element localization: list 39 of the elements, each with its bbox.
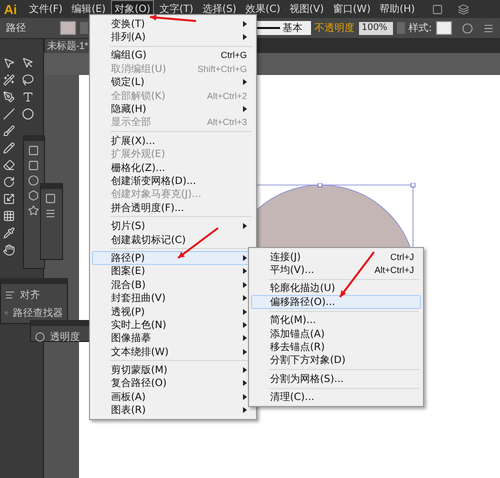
style-label: 样式:: [408, 22, 432, 35]
opacity-field[interactable]: 100%: [358, 22, 393, 34]
menu-item[interactable]: 排列(A): [92, 30, 254, 44]
menu-item[interactable]: 清理(C)...: [251, 390, 421, 404]
menu-item[interactable]: 简化(M)...: [251, 314, 421, 327]
app-logo: Ai: [4, 2, 18, 16]
menu-item[interactable]: 图表(R): [92, 404, 254, 417]
menu-item[interactable]: 栅格化(Z)...: [92, 160, 254, 174]
selection-label: 路径: [6, 22, 26, 35]
menu-item[interactable]: 扩展(X)...: [92, 134, 254, 148]
panel-tab[interactable]: 路径查找器: [13, 306, 63, 320]
menu-item[interactable]: 切片(S): [92, 219, 254, 233]
menu-item[interactable]: 移去锚点(R): [251, 340, 421, 354]
menu-item[interactable]: 添加锚点(A): [251, 326, 421, 340]
menu-item[interactable]: 变换(T): [92, 17, 254, 30]
menu-item[interactable]: 拼合透明度(F)...: [92, 201, 254, 214]
menu-bar-item[interactable]: 选择(S): [198, 0, 240, 18]
document-tab[interactable]: 未标题-1*: [45, 39, 90, 53]
menu-item[interactable]: 分割下方对象(D): [251, 354, 421, 368]
menu-item[interactable]: 分割为网格(S)...: [251, 372, 421, 386]
menu-bar-item[interactable]: 文字(T): [155, 0, 198, 18]
menu-bar-item[interactable]: 窗口(W): [328, 0, 375, 18]
panel-tab[interactable]: 透明度: [50, 330, 80, 344]
panel-tab[interactable]: 对齐: [20, 288, 40, 302]
menu-item[interactable]: 创建裁切标记(C): [92, 232, 254, 246]
menu-bar-item[interactable]: 编辑(E): [68, 0, 110, 18]
menu-item[interactable]: 轮廓化描边(U): [251, 282, 421, 296]
menu-bar-item[interactable]: 文件(F): [25, 0, 67, 18]
opacity-label[interactable]: 不透明度: [314, 21, 355, 35]
menu-item[interactable]: 偏移路径(O)...: [251, 295, 421, 309]
menu-item[interactable]: 隐藏(H): [92, 102, 254, 116]
menu-item[interactable]: 连接(J) Ctrl+J: [251, 250, 421, 264]
menu-bar-item[interactable]: 视图(V): [285, 0, 328, 18]
menu-item[interactable]: 创建渐变网格(D)...: [92, 174, 254, 188]
menu-bar-item[interactable]: 帮助(H): [376, 0, 419, 18]
menu-item[interactable]: 编组(G) Ctrl+G: [92, 48, 254, 62]
menu-bar-item[interactable]: 效果(C): [241, 0, 284, 18]
menu-item[interactable]: 平均(V)... Alt+Ctrl+J: [251, 263, 421, 277]
menu-item[interactable]: 锁定(L): [92, 76, 254, 89]
